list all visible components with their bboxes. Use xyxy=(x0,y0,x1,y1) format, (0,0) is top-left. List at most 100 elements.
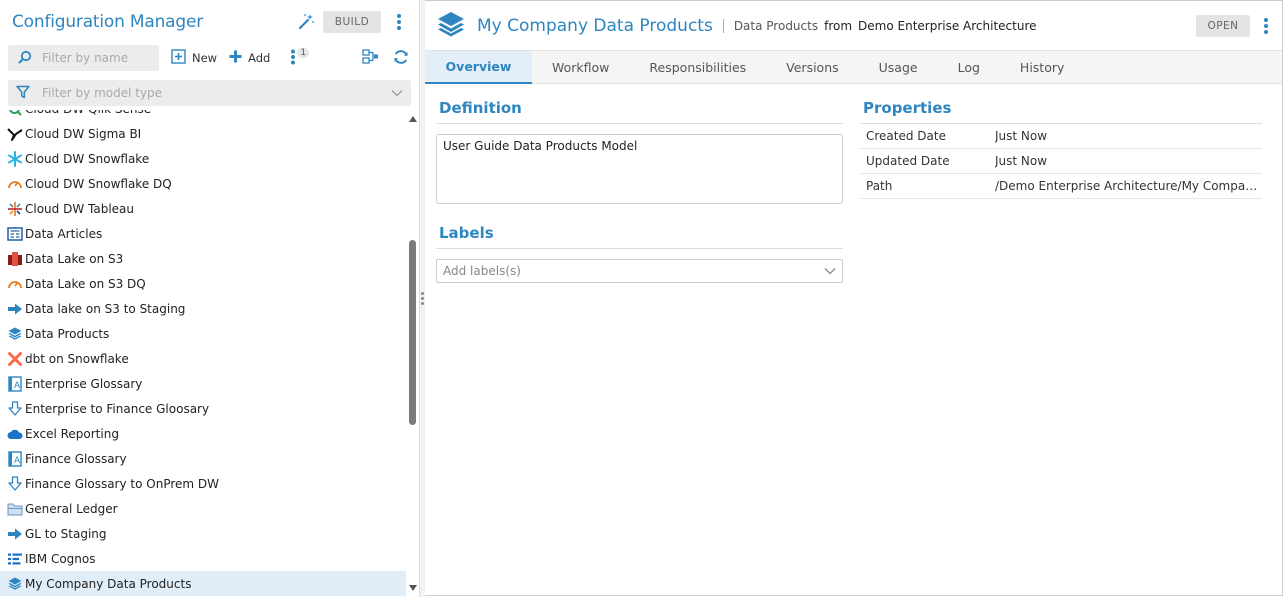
tree-item-label: Cloud DW Snowflake xyxy=(25,151,150,166)
add-button[interactable]: Add xyxy=(229,50,270,66)
tree-item[interactable]: Excel Reporting xyxy=(0,421,406,446)
tab-overview[interactable]: Overview xyxy=(425,51,532,84)
tree-item[interactable]: Cloud DW Qlik Sense xyxy=(0,110,406,121)
tree-item[interactable]: Cloud DW Snowflake DQ xyxy=(0,171,406,196)
filter-by-name-input[interactable]: Filter by name xyxy=(8,45,159,71)
layers-icon xyxy=(7,576,23,592)
tree-item[interactable]: Cloud DW Sigma BI xyxy=(0,121,406,146)
funnel-icon xyxy=(16,85,30,102)
s3-bucket-icon xyxy=(7,251,23,267)
labels-select[interactable]: Add labels(s) xyxy=(436,259,843,283)
tree-item-label: Data Products xyxy=(25,326,110,341)
more-actions-button[interactable]: 1 xyxy=(290,48,310,68)
add-label: Add xyxy=(248,51,271,65)
filter-by-model-type-select[interactable]: Filter by model type xyxy=(8,80,411,106)
tab-log[interactable]: Log xyxy=(938,51,1000,84)
tree-structure-icon[interactable] xyxy=(362,49,379,67)
tab-usage[interactable]: Usage xyxy=(859,51,938,84)
labels-title: Labels xyxy=(439,224,494,242)
tab-workflow[interactable]: Workflow xyxy=(532,51,629,84)
svg-text:A: A xyxy=(14,456,21,466)
tree-item-label: Data Lake on S3 xyxy=(25,251,124,266)
model-title: My Company Data Products xyxy=(477,15,713,36)
tree-item[interactable]: Cloud DW Snowflake xyxy=(0,146,406,171)
property-key: Path xyxy=(866,179,893,193)
import-arrow-icon xyxy=(7,401,23,417)
scrollbar-thumb[interactable] xyxy=(409,240,416,425)
right-more-options-icon[interactable] xyxy=(1256,14,1276,38)
tree-item[interactable]: A Enterprise Glossary xyxy=(0,371,406,396)
tree-item[interactable]: My Company Data Products xyxy=(0,571,406,596)
filter-by-name-placeholder: Filter by name xyxy=(42,51,129,65)
property-key: Created Date xyxy=(866,129,946,143)
glossary-icon: A xyxy=(7,450,23,467)
app-window: Configuration Manager BUILD Filter by na… xyxy=(0,0,1284,597)
tree-item[interactable]: Data Articles xyxy=(0,221,406,246)
left-more-options-icon[interactable] xyxy=(389,10,409,34)
mapping-arrow-icon xyxy=(7,526,23,542)
tree-item[interactable]: Data Products xyxy=(0,321,406,346)
vertical-dots-icon xyxy=(290,49,296,68)
tree-item[interactable]: Data Lake on S3 xyxy=(0,246,406,271)
labels-divider xyxy=(436,248,843,249)
tree-item[interactable]: Enterprise to Finance Gloosary xyxy=(0,396,406,421)
tableau-icon xyxy=(7,201,23,217)
scroll-down-arrow-icon[interactable] xyxy=(409,585,417,591)
new-button[interactable]: New xyxy=(171,49,217,67)
dbt-icon xyxy=(7,351,23,367)
svg-text:A: A xyxy=(14,381,21,391)
tree-item-label: Cloud DW Snowflake DQ xyxy=(25,176,172,191)
scroll-up-arrow-icon[interactable] xyxy=(409,116,417,122)
model-tree: Cloud DW Qlik Sense Cloud DW Sigma BI Clou… xyxy=(0,110,406,597)
tab-versions[interactable]: Versions xyxy=(766,51,858,84)
tree-item[interactable]: General Ledger xyxy=(0,496,406,521)
title-separator xyxy=(722,18,724,33)
tree-item-label: IBM Cognos xyxy=(25,551,96,566)
property-row: Updated Date Just Now xyxy=(860,149,1262,174)
refresh-icon[interactable] xyxy=(393,49,409,68)
tree-item-label: Cloud DW Sigma BI xyxy=(25,126,142,141)
tree-item[interactable]: Data Lake on S3 DQ xyxy=(0,271,406,296)
notification-badge: 1 xyxy=(297,48,310,58)
search-icon xyxy=(18,50,32,67)
property-value: Just Now xyxy=(995,129,1048,143)
layers-icon xyxy=(7,326,23,342)
layers-icon xyxy=(437,11,465,40)
tree-item-label: dbt on Snowflake xyxy=(25,351,129,366)
tree-item[interactable]: Finance Glossary to OnPrem DW xyxy=(0,471,406,496)
property-key: Updated Date xyxy=(866,154,950,168)
data-quality-gauge-icon xyxy=(7,176,23,192)
architecture-link[interactable]: Demo Enterprise Architecture xyxy=(858,19,1036,33)
model-tree-list: Cloud DW Qlik Sense Cloud DW Sigma BI Clou… xyxy=(0,110,406,596)
tree-item[interactable]: dbt on Snowflake xyxy=(0,346,406,371)
open-button[interactable]: OPEN xyxy=(1196,14,1250,37)
build-button[interactable]: BUILD xyxy=(323,11,381,33)
snowflake-icon xyxy=(7,150,23,167)
properties-title: Properties xyxy=(863,99,952,117)
mapping-arrow-icon xyxy=(7,301,23,317)
tab-responsibilities[interactable]: Responsibilities xyxy=(629,51,766,84)
tree-item-label: Enterprise to Finance Gloosary xyxy=(25,401,210,416)
tree-item-label: Finance Glossary xyxy=(25,451,127,466)
tree-item-label: General Ledger xyxy=(25,501,118,516)
glossary-icon: A xyxy=(7,375,23,392)
cognos-icon xyxy=(7,551,23,567)
tree-item[interactable]: A Finance Glossary xyxy=(0,446,406,471)
magic-wand-icon[interactable] xyxy=(293,9,319,35)
tree-item-label: Data Lake on S3 DQ xyxy=(25,276,146,291)
tree-item[interactable]: Data lake on S3 to Staging xyxy=(0,296,406,321)
tree-item-label: Cloud DW Tableau xyxy=(25,201,135,216)
tree-item-label: GL to Staging xyxy=(25,526,107,541)
tree-item[interactable]: GL to Staging xyxy=(0,521,406,546)
tree-item[interactable]: Cloud DW Tableau xyxy=(0,196,406,221)
tree-item-label: My Company Data Products xyxy=(25,576,192,591)
tree-item-label: Data Articles xyxy=(25,226,103,241)
tree-item[interactable]: IBM Cognos xyxy=(0,546,406,571)
definition-textarea[interactable]: User Guide Data Products Model xyxy=(436,134,843,204)
tree-scrollbar[interactable] xyxy=(406,110,419,597)
property-value: /Demo Enterprise Architecture/My Company… xyxy=(995,179,1262,193)
tab-history[interactable]: History xyxy=(1000,51,1084,84)
model-type-label: Data Products xyxy=(733,18,819,33)
configuration-manager-panel: Configuration Manager BUILD Filter by na… xyxy=(0,0,420,597)
plus-icon xyxy=(229,50,242,66)
